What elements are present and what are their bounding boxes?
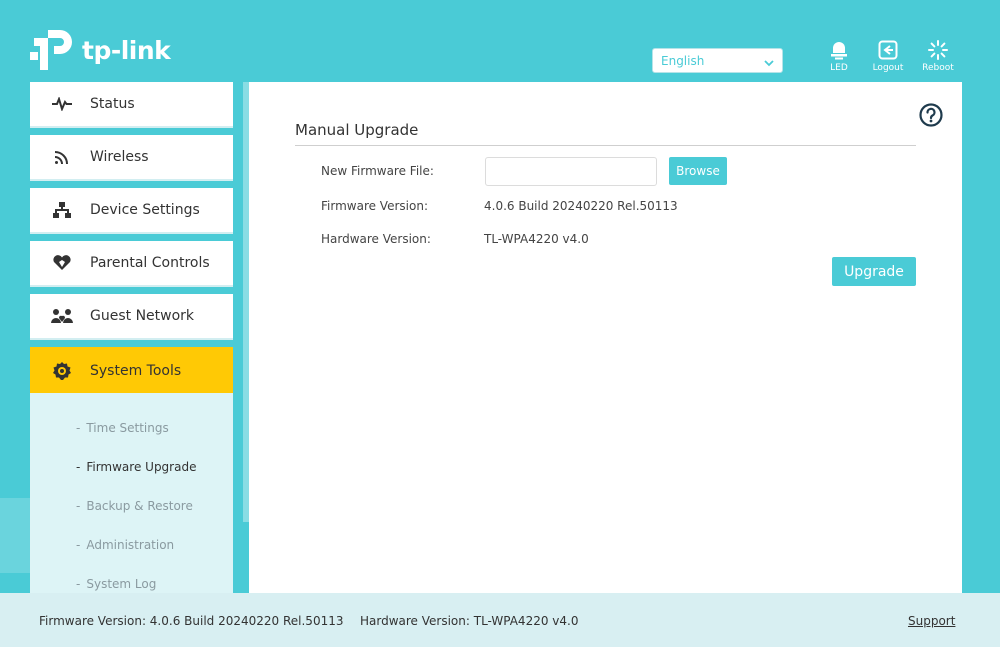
submenu-item-administration[interactable]: - Administration <box>76 538 174 552</box>
upgrade-button[interactable]: Upgrade <box>832 257 916 286</box>
chevron-down-icon <box>764 56 774 67</box>
submenu-item-label: Firmware Upgrade <box>86 460 197 474</box>
pulse-icon <box>30 97 90 111</box>
sidebar-item-device-settings[interactable]: Device Settings <box>30 188 233 234</box>
led-icon <box>819 38 859 60</box>
submenu-item-label: System Log <box>86 577 157 591</box>
sidebar-item-label: Wireless <box>90 149 149 165</box>
sidebar-item-parental-controls[interactable]: Parental Controls <box>30 241 233 287</box>
submenu-item-label: Time Settings <box>86 421 169 435</box>
submenu-item-time-settings[interactable]: - Time Settings <box>76 421 169 435</box>
language-select[interactable]: English <box>652 48 783 73</box>
footer-hardware-version: Hardware Version: TL-WPA4220 v4.0 <box>360 614 579 628</box>
sidebar-item-wireless[interactable]: Wireless <box>30 135 233 181</box>
new-firmware-label: New Firmware File: <box>321 164 434 178</box>
hardware-version-value: TL-WPA4220 v4.0 <box>484 232 589 246</box>
submenu-item-label: Backup & Restore <box>86 499 193 513</box>
logout-button[interactable]: Logout <box>868 38 908 73</box>
submenu-item-firmware-upgrade[interactable]: - Firmware Upgrade <box>76 460 196 474</box>
footer: Firmware Version: 4.0.6 Build 20240220 R… <box>0 593 1000 647</box>
reboot-button[interactable]: Reboot <box>918 38 958 73</box>
footer-firmware-version: Firmware Version: 4.0.6 Build 20240220 R… <box>39 614 344 628</box>
firmware-version-value: 4.0.6 Build 20240220 Rel.50113 <box>484 199 678 213</box>
submenu-item-label: Administration <box>86 538 175 552</box>
section-title: Manual Upgrade <box>295 121 419 139</box>
sidebar-item-label: Status <box>90 96 135 112</box>
wifi-icon <box>30 149 90 165</box>
language-select-value: English <box>661 53 705 68</box>
led-button[interactable]: LED <box>819 38 859 73</box>
help-icon[interactable] <box>919 103 943 131</box>
led-label: LED <box>830 63 848 73</box>
support-link[interactable]: Support <box>908 614 955 628</box>
system-tools-submenu: - Time Settings - Firmware Upgrade - Backup… <box>30 393 233 599</box>
sidebar-item-guest-network[interactable]: Guest Network <box>30 294 233 340</box>
main-panel: Manual Upgrade New Firmware File: Browse… <box>249 82 962 597</box>
reboot-icon <box>918 38 958 60</box>
sidebar-item-status[interactable]: Status <box>30 82 233 128</box>
heart-shield-icon <box>30 255 90 271</box>
section-divider <box>295 145 916 146</box>
sidebar-item-label: Parental Controls <box>90 255 210 271</box>
tp-link-logo-mark <box>30 26 76 72</box>
logout-label: Logout <box>872 63 904 73</box>
logo-text: tp-link <box>82 35 171 65</box>
sidebar-item-label: Guest Network <box>90 308 195 324</box>
hardware-version-label: Hardware Version: <box>321 232 431 246</box>
gear-icon <box>30 361 90 381</box>
submenu-item-backup-restore[interactable]: - Backup & Restore <box>76 499 193 513</box>
firmware-version-label: Firmware Version: <box>321 199 428 213</box>
tp-link-logo: tp-link <box>30 26 171 72</box>
sidebar-item-label: System Tools <box>90 362 182 379</box>
firmware-file-input[interactable] <box>485 157 657 186</box>
sidebar-item-label: Device Settings <box>90 202 200 218</box>
submenu-item-system-log[interactable]: - System Log <box>76 577 156 591</box>
network-icon <box>30 202 90 218</box>
logout-icon <box>868 38 908 60</box>
guests-icon <box>30 308 90 324</box>
sidebar-item-system-tools[interactable]: System Tools <box>30 347 233 394</box>
browse-button[interactable]: Browse <box>669 157 727 185</box>
reboot-label: Reboot <box>922 63 954 73</box>
